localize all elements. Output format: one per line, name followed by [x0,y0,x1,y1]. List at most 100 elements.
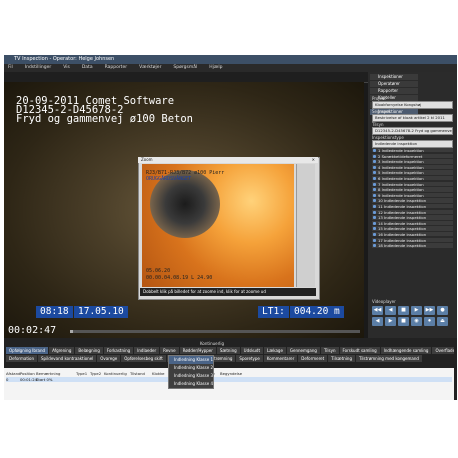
playback-button-3[interactable]: ▶ [411,306,422,315]
checkbox-icon[interactable] [373,165,376,169]
observation-tab[interactable]: Tilsyn [320,347,339,354]
inspection-list-item[interactable]: 12 Indledende inspektion [372,209,453,215]
menu-item-1[interactable]: Indstillinger [25,65,51,70]
playback-button-1[interactable]: ◀ [385,306,396,315]
observation-tab[interactable]: Kommentarer [263,355,298,362]
inspection-list-item[interactable]: 8 Indledende inspektion [372,187,453,193]
observation-tab[interactable]: Forskudt samling [339,347,380,354]
inspection-list-label: 2 Sprækket/deformeret [378,153,423,159]
menu-item-2[interactable]: Vis [63,65,70,70]
inspection-list-label: 15 Indledende inspektion [378,226,427,232]
checkbox-icon[interactable] [373,210,376,214]
tab-rapporter[interactable]: Rapporter [370,88,418,94]
checkbox-icon[interactable] [373,227,376,231]
playback-button-8[interactable]: ■ [398,317,409,326]
overlay-date: 17.05.10 [74,306,128,318]
dropdown-option[interactable]: Indledning Klasse 2 [169,364,213,372]
field-segment[interactable]: Beskrivelse af kloak artikel 2 kl 2011 [372,114,453,122]
observation-tab[interactable]: Gennemgang [286,347,320,354]
checkbox-icon[interactable] [373,233,376,236]
inspection-list-item[interactable]: 6 Indledende inspektion [372,176,453,182]
observation-tab[interactable]: Spildevand kontraaktionel [37,355,97,362]
field-tilsyn[interactable]: D12345-2-D45678-2 Fryd og gammenvej [372,127,453,135]
tab-inspektioner[interactable]: Inspektioner [370,74,418,80]
playback-button-7[interactable]: ▶ [385,317,396,326]
inspection-list-item[interactable]: 14 Indledende inspektion [372,220,453,227]
inspection-list-item[interactable]: 10 Indledende inspektion [372,198,453,204]
inspection-list-item[interactable]: 13 Indledende inspektion [372,215,453,221]
dropdown-option[interactable]: Indledning Klasse 3 [169,372,213,380]
checkbox-icon[interactable] [373,216,376,220]
inspection-list-item[interactable]: 2 Sprækket/deformeret [372,153,453,159]
playback-button-11[interactable]: ⏏ [437,317,448,326]
inspection-list-item[interactable]: 17 Indledende inspektion [372,237,453,243]
checkbox-icon[interactable] [373,177,376,180]
inspection-list-item[interactable]: 9 Indledende inspektion [372,192,453,199]
tab-operatorer[interactable]: Operatører [370,81,418,87]
menu-item-3[interactable]: Data [82,65,93,70]
checkbox-icon[interactable] [373,238,376,242]
observation-tab[interactable]: Forkastning [103,347,134,354]
checkbox-icon[interactable] [373,154,376,158]
observation-tab[interactable]: Belægning [75,347,103,354]
observation-tab[interactable]: Afgrening [49,347,75,354]
playback-button-5[interactable]: ● [437,306,448,315]
observation-tab[interactable]: Rødder/Hypper [179,347,216,354]
observation-tab[interactable]: Sporetype [236,355,263,362]
inspection-list-item[interactable]: 16 Indledende inspektion [372,232,453,238]
field-inspektionstype[interactable]: Indledende inspektion [372,140,453,148]
checkbox-icon[interactable] [373,149,376,152]
playback-button-6[interactable]: ◀ [372,317,383,326]
inspection-list-item[interactable]: 1 Indledende inspektion [372,148,453,154]
table-header-cell: Tilstand [130,371,145,376]
inspection-list-item[interactable]: 5 Indledende inspektion [372,170,453,176]
observation-tab[interactable]: Ovarege [97,355,121,362]
dropdown-option[interactable]: Indledning Klasse 1 [169,356,213,364]
checkbox-icon[interactable] [373,205,376,208]
inspection-list-item[interactable]: 3 Indledende inspektion [372,159,453,165]
field-projekt[interactable]: Kloakfornyelse Kongshøj [372,101,453,109]
checkbox-icon[interactable] [373,182,376,186]
menu-item-4[interactable]: Rapporter [105,65,128,70]
observation-tab[interactable]: Tilstrømning med kongemand [356,355,422,362]
observation-tab[interactable]: Sætning [216,347,240,354]
observation-tab[interactable]: Tilsætning [328,355,355,362]
video-seekbar[interactable] [70,330,360,333]
close-icon[interactable]: ✕ [312,157,315,163]
dropdown-option[interactable]: Indledning Klasse 4 [169,380,213,388]
checkbox-icon[interactable] [373,193,376,197]
observation-tab[interactable]: Overfladebeskadigelse [432,347,454,354]
inspection-list-item[interactable]: 11 Indledende inspektion [372,204,453,210]
table-cell: 00:01:24 [20,377,38,382]
playback-button-2[interactable]: ■ [398,306,409,315]
menu-item-6[interactable]: Spørgsmål [173,65,197,70]
playback-button-0[interactable]: ◀◀ [372,306,383,315]
table-row[interactable]: 0 00:01:24 Start 0% [6,377,452,382]
observation-tab[interactable]: Indhængende samling [380,347,432,354]
menu-item-5[interactable]: Værktøjer [139,65,161,70]
checkbox-icon[interactable] [373,160,376,164]
observation-tab[interactable]: Opførelsesbeg skift [121,355,166,362]
checkbox-icon[interactable] [373,199,376,203]
observation-tab[interactable]: Deformation [6,355,37,362]
observation-tab[interactable]: Revne [160,347,179,354]
inspection-list-item[interactable]: 4 Indledende inspektion [372,164,453,171]
checkbox-icon[interactable] [373,171,376,175]
observation-tab[interactable]: Opfølgning Ibrand [6,347,49,354]
inspection-list-item[interactable]: 7 Indledende inspektion [372,181,453,187]
checkbox-icon[interactable] [373,221,376,225]
menu-item-0[interactable]: Fil [8,65,13,70]
observation-tab[interactable]: Indlaeder [134,347,160,354]
observation-tab[interactable]: Udskudt [240,347,264,354]
playback-button-4[interactable]: ▶▶ [424,306,435,315]
inspection-list-item[interactable]: 15 Indledende inspektion [372,226,453,232]
menu-item-7[interactable]: Hjælp [209,65,222,70]
playback-button-10[interactable]: ⏺ [424,317,435,326]
checkbox-icon[interactable] [373,188,376,192]
inspection-list-label: 10 Indledende inspektion [378,198,427,204]
observation-tab[interactable]: Deformeret [298,355,328,362]
checkbox-icon[interactable] [373,244,376,248]
observation-tab[interactable]: Lækage [264,347,286,354]
inspection-list-item[interactable]: 18 Indledende inspektion [372,243,453,249]
playback-button-9[interactable]: ◉ [411,317,422,326]
